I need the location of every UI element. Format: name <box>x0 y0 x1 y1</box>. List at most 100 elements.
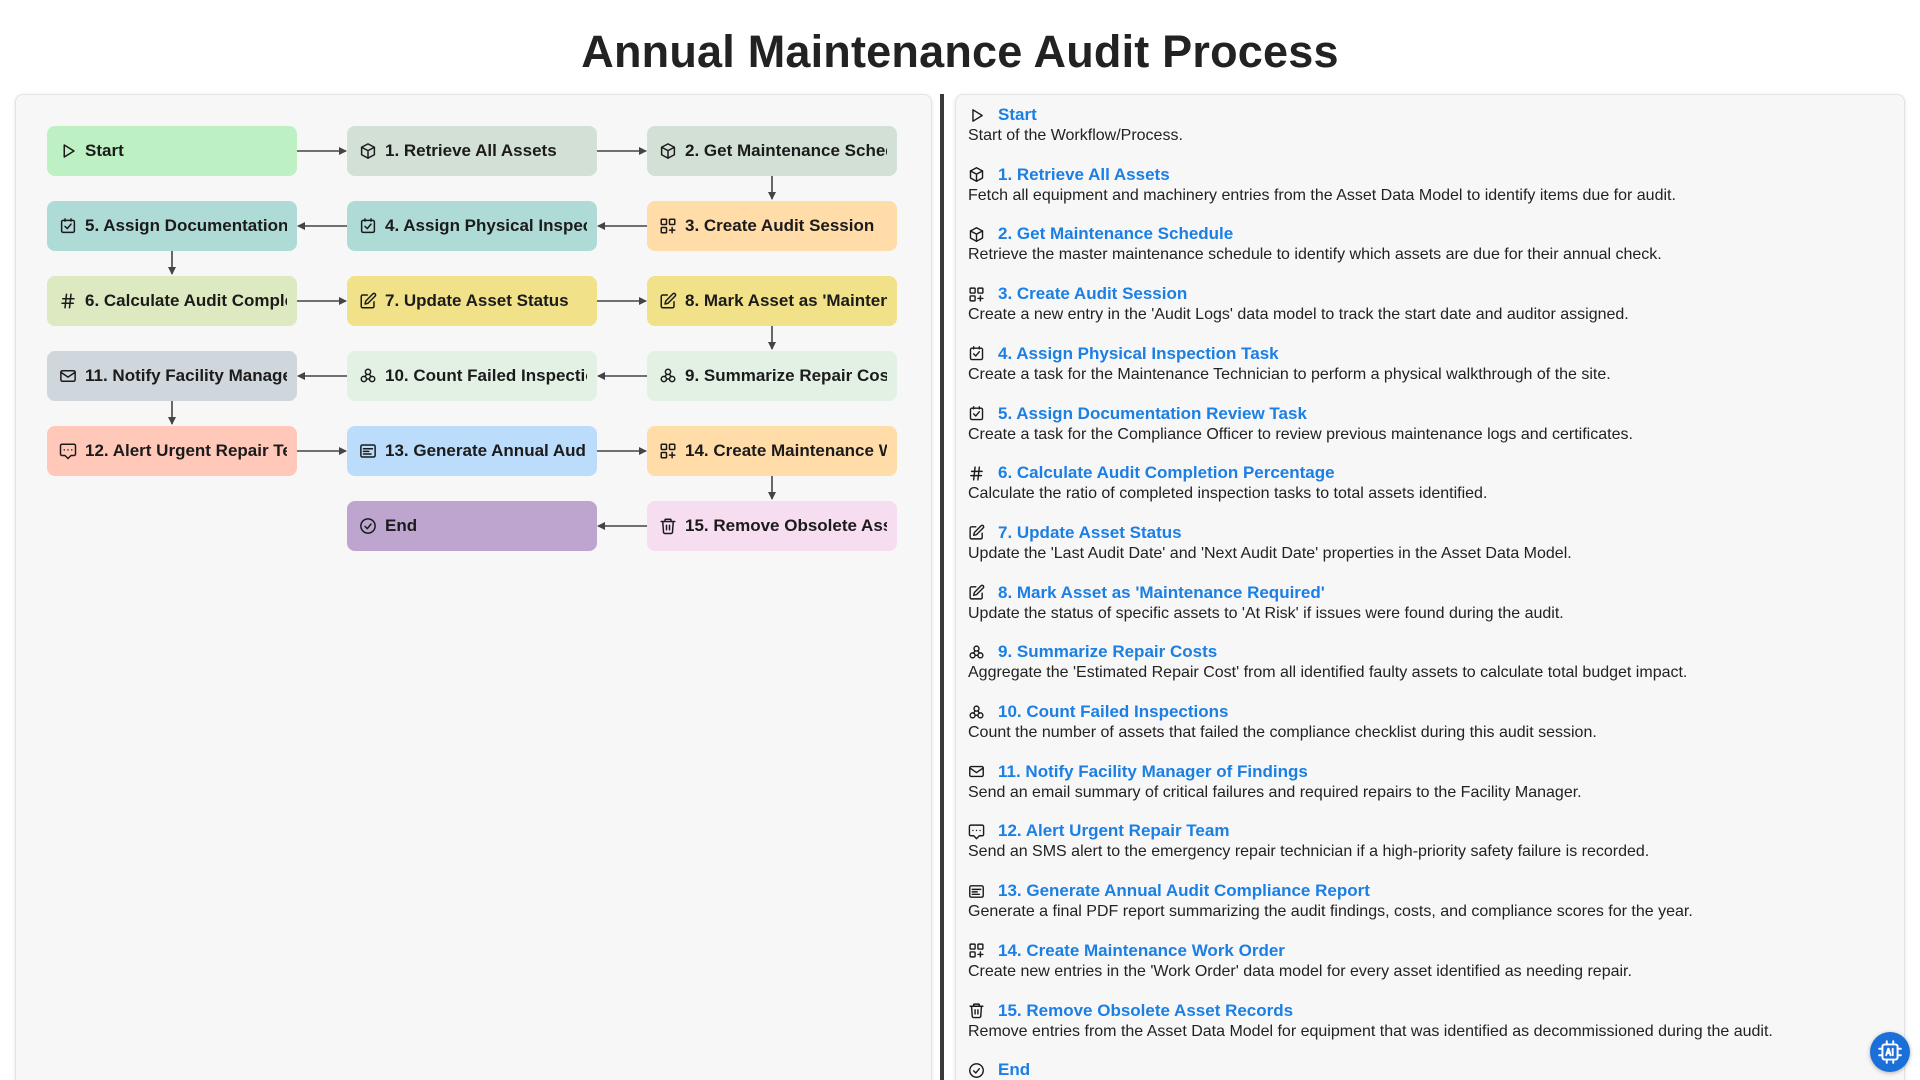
step-title-link[interactable]: 10. Count Failed Inspections <box>998 702 1228 722</box>
flow-node-start[interactable]: Start <box>47 126 297 176</box>
flow-node-n2[interactable]: 2. Get Maintenance Schedule <box>647 126 897 176</box>
flow-node-n3[interactable]: 3. Create Audit Session <box>647 201 897 251</box>
flow-node-n9[interactable]: 9. Summarize Repair Costs <box>647 351 897 401</box>
page-title: Annual Maintenance Audit Process <box>581 26 1339 77</box>
step-item: 4. Assign Physical Inspection Task Create… <box>968 343 1888 385</box>
hash-icon <box>59 292 77 310</box>
flow-node-label: 15. Remove Obsolete Asset Records <box>685 516 887 535</box>
step-item: 1. Retrieve All Assets Fetch all equipmen… <box>968 164 1888 206</box>
step-item: 7. Update Asset Status Update the 'Last A… <box>968 522 1888 564</box>
flow-node-label: 13. Generate Annual Audit Compliance Rep… <box>385 441 587 460</box>
flow-node-label: 7. Update Asset Status <box>385 291 569 310</box>
flow-node-label: 2. Get Maintenance Schedule <box>685 141 887 160</box>
flow-node-label: 12. Alert Urgent Repair Team <box>85 441 287 460</box>
flow-node-n12[interactable]: 12. Alert Urgent Repair Team <box>47 426 297 476</box>
flow-node-n5[interactable]: 5. Assign Documentation Review Task <box>47 201 297 251</box>
step-title-link[interactable]: 6. Calculate Audit Completion Percentage <box>998 463 1335 483</box>
step-title-link[interactable]: 2. Get Maintenance Schedule <box>998 224 1233 244</box>
flow-node-label: 5. Assign Documentation Review Task <box>85 216 287 235</box>
step-description: Retrieve the master maintenance schedule… <box>968 246 1662 264</box>
step-description: Create a task for the Compliance Officer… <box>968 425 1633 443</box>
step-item: 2. Get Maintenance Schedule Retrieve the … <box>968 223 1888 265</box>
flow-node-label: 3. Create Audit Session <box>685 216 875 235</box>
step-title-link[interactable]: 3. Create Audit Session <box>998 284 1187 304</box>
flow-node-n11[interactable]: 11. Notify Facility Manager of Findings <box>47 351 297 401</box>
step-title-link[interactable]: 11. Notify Facility Manager of Findings <box>998 762 1308 782</box>
step-item: Start Start of the Workflow/Process. <box>968 104 1888 146</box>
checkbox-icon <box>59 217 77 235</box>
flow-node-label: 1. Retrieve All Assets <box>385 141 557 160</box>
step-description: Update the 'Last Audit Date' and 'Next A… <box>968 544 1572 562</box>
flow-node-label: 4. Assign Physical Inspection Task <box>385 216 587 235</box>
report-icon <box>968 883 985 900</box>
cube-icon <box>968 166 985 183</box>
cluster-icon <box>359 367 377 385</box>
panel-splitter[interactable] <box>940 94 944 1080</box>
step-title-link[interactable]: Start <box>998 105 1037 125</box>
step-description: Create new entries in the 'Work Order' d… <box>968 962 1632 980</box>
flow-node-n1[interactable]: 1. Retrieve All Assets <box>347 126 597 176</box>
checkbox-icon <box>968 405 985 422</box>
flow-node-n14[interactable]: 14. Create Maintenance Work Order <box>647 426 897 476</box>
grid-plus-icon <box>968 942 985 959</box>
cube-icon <box>968 226 985 243</box>
step-description: Send an email summary of critical failur… <box>968 783 1582 801</box>
step-item: 6. Calculate Audit Completion Percentage… <box>968 462 1888 504</box>
ai-assistant-button[interactable] <box>1870 1032 1910 1072</box>
flow-node-n13[interactable]: 13. Generate Annual Audit Compliance Rep… <box>347 426 597 476</box>
step-title-link[interactable]: 1. Retrieve All Assets <box>998 165 1170 185</box>
flow-node-n4[interactable]: 4. Assign Physical Inspection Task <box>347 201 597 251</box>
step-title-link[interactable]: 5. Assign Documentation Review Task <box>998 404 1307 424</box>
flow-node-label: 6. Calculate Audit Completion Percentage <box>85 291 287 310</box>
flow-node-label: End <box>385 516 418 535</box>
step-item: 14. Create Maintenance Work Order Create … <box>968 940 1888 982</box>
message-icon <box>968 823 985 840</box>
step-item: 12. Alert Urgent Repair Team Send an SMS … <box>968 820 1888 862</box>
step-item: 3. Create Audit Session Create a new entr… <box>968 283 1888 325</box>
edit-icon <box>359 292 377 310</box>
message-icon <box>59 442 77 460</box>
step-title-link[interactable]: 4. Assign Physical Inspection Task <box>998 344 1279 364</box>
step-title-link[interactable]: 15. Remove Obsolete Asset Records <box>998 1001 1293 1021</box>
step-item: 5. Assign Documentation Review Task Creat… <box>968 403 1888 445</box>
check-circle-icon <box>968 1062 985 1079</box>
step-item: 11. Notify Facility Manager of Findings S… <box>968 761 1888 803</box>
step-item: 8. Mark Asset as 'Maintenance Required' U… <box>968 582 1888 624</box>
play-icon <box>59 142 77 160</box>
flow-node-label: 11. Notify Facility Manager of Findings <box>85 366 287 385</box>
flow-node-label: 8. Mark Asset as 'Maintenance Required' <box>685 291 887 310</box>
step-description: Calculate the ratio of completed inspect… <box>968 485 1488 503</box>
step-item: 10. Count Failed Inspections Count the nu… <box>968 701 1888 743</box>
step-description: Update the status of specific assets to … <box>968 604 1564 622</box>
step-title-link[interactable]: 7. Update Asset Status <box>998 523 1182 543</box>
step-title-link[interactable]: 12. Alert Urgent Repair Team <box>998 821 1229 841</box>
step-item: 9. Summarize Repair Costs Aggregate the '… <box>968 641 1888 683</box>
step-title-link[interactable]: 8. Mark Asset as 'Maintenance Required' <box>998 583 1325 603</box>
cube-icon <box>659 142 677 160</box>
edit-icon <box>968 524 985 541</box>
step-description: Fetch all equipment and machinery entrie… <box>968 186 1676 204</box>
flow-node-n6[interactable]: 6. Calculate Audit Completion Percentage <box>47 276 297 326</box>
checkbox-icon <box>359 217 377 235</box>
trash-icon <box>659 517 677 535</box>
mail-icon <box>968 763 985 780</box>
flow-node-end[interactable]: End <box>347 501 597 551</box>
report-icon <box>359 442 377 460</box>
step-item: End <box>968 1059 1888 1080</box>
step-title-link[interactable]: 14. Create Maintenance Work Order <box>998 941 1285 961</box>
flow-node-label: 9. Summarize Repair Costs <box>685 366 887 385</box>
step-title-link[interactable]: 13. Generate Annual Audit Compliance Rep… <box>998 881 1370 901</box>
step-item: 15. Remove Obsolete Asset Records Remove … <box>968 1000 1888 1042</box>
step-description: Remove entries from the Asset Data Model… <box>968 1022 1773 1040</box>
ai-chip-icon <box>1877 1039 1903 1065</box>
flow-node-n15[interactable]: 15. Remove Obsolete Asset Records <box>647 501 897 551</box>
flow-node-n7[interactable]: 7. Update Asset Status <box>347 276 597 326</box>
checkbox-icon <box>968 345 985 362</box>
grid-plus-icon <box>968 286 985 303</box>
hash-icon <box>968 465 985 482</box>
step-title-link[interactable]: End <box>998 1060 1030 1080</box>
flow-node-n8[interactable]: 8. Mark Asset as 'Maintenance Required' <box>647 276 897 326</box>
cluster-icon <box>968 704 985 721</box>
step-title-link[interactable]: 9. Summarize Repair Costs <box>998 642 1217 662</box>
flow-node-n10[interactable]: 10. Count Failed Inspections <box>347 351 597 401</box>
